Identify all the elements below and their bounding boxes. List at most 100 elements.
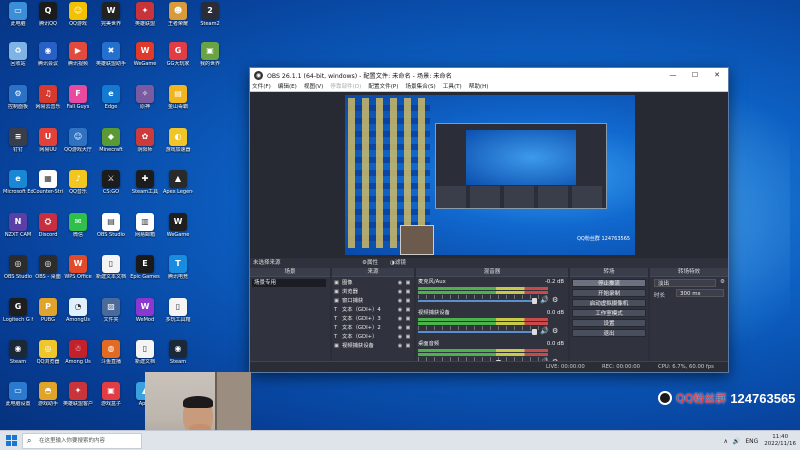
- obs-titlebar[interactable]: ◉ OBS 26.1.1 (64-bit, windows) - 配置文件: 未…: [250, 68, 728, 82]
- eye-icon[interactable]: ◉: [396, 315, 404, 323]
- desktop-icon[interactable]: ⛭ Discord: [33, 213, 63, 247]
- lock-icon[interactable]: ▣: [404, 306, 412, 314]
- volume-slider[interactable]: [418, 300, 536, 302]
- desktop-icon[interactable]: GLogitech G HUB: [3, 298, 33, 332]
- desktop-icon[interactable]: ◍ 斗鱼直播: [96, 340, 126, 374]
- desktop-icon[interactable]: ◉ Steam: [163, 340, 193, 374]
- desktop-icon[interactable]: e Edge: [96, 85, 126, 119]
- desktop-icon[interactable]: ▭ 此电脑设置: [3, 382, 33, 416]
- desktop-icon[interactable]: ▯ 新建文本文档: [96, 255, 126, 289]
- lock-icon[interactable]: ▣: [404, 297, 412, 305]
- desktop-icon[interactable]: ✦英雄联盟客户端: [63, 382, 93, 416]
- eye-icon[interactable]: ◉: [396, 306, 404, 314]
- source-item[interactable]: ▣ 图像 ◉ ▣: [334, 279, 412, 287]
- menu-docks[interactable]: 停靠部件(D): [330, 82, 361, 91]
- menu-file[interactable]: 文件(F): [252, 82, 271, 91]
- desktop-icon[interactable]: ◓ 游戏助手: [33, 382, 63, 416]
- eye-icon[interactable]: ◉: [396, 279, 404, 287]
- desktop-icon[interactable]: ◆ Minecraft: [96, 128, 126, 162]
- eye-icon[interactable]: ◉: [396, 342, 404, 350]
- transition-select[interactable]: 淡出: [654, 279, 716, 287]
- menu-help[interactable]: 帮助(H): [469, 82, 489, 91]
- volume-slider[interactable]: [418, 331, 536, 333]
- desktop-icon[interactable]: T 腾讯电竞: [163, 255, 193, 289]
- gear-icon[interactable]: ⚙: [552, 327, 558, 335]
- desktop-icon[interactable]: N NZXT CAM: [3, 213, 33, 247]
- eye-icon[interactable]: ◉: [396, 333, 404, 341]
- desktop-icon[interactable]: ✧ 原神: [130, 85, 160, 119]
- desktop-icon[interactable]: ☃ Among Us: [63, 340, 93, 374]
- desktop-icon[interactable]: ◎ OBS - 桌面: [33, 255, 63, 289]
- close-button[interactable]: ✕: [706, 68, 728, 82]
- desktop-icon[interactable]: ✦ 英雄联盟: [130, 2, 160, 36]
- desktop-icon[interactable]: W WeGame: [130, 42, 160, 76]
- desktop-icon[interactable]: ⚙ 控制面板: [3, 85, 33, 119]
- desktop-icon[interactable]: ✚ Steam工具: [130, 170, 160, 204]
- desktop-icon[interactable]: ▤ OBS Studio: [96, 213, 126, 247]
- desktop-icon[interactable]: 2 Steam2: [195, 2, 225, 36]
- obs-window[interactable]: ◉ OBS 26.1.1 (64-bit, windows) - 配置文件: 未…: [249, 67, 729, 373]
- desktop-icon[interactable]: ▥ 网易邮箱: [130, 213, 160, 247]
- desktop-icon[interactable]: ♪ QQ音乐: [63, 170, 93, 204]
- desktop-icon[interactable]: W 完美世界: [96, 2, 126, 36]
- speaker-icon[interactable]: 🔊: [540, 296, 549, 304]
- lock-icon[interactable]: ▣: [404, 324, 412, 332]
- lock-icon[interactable]: ▣: [404, 288, 412, 296]
- taskbar-search-box[interactable]: ⌕ 在这里输入你要搜索的内容: [22, 433, 142, 449]
- scene-item[interactable]: 场景专用: [252, 279, 326, 287]
- desktop-icon[interactable]: ☻ 王者荣耀: [163, 2, 193, 36]
- control-button[interactable]: 停止推流: [572, 279, 646, 287]
- control-button[interactable]: 退出: [572, 329, 646, 337]
- control-button[interactable]: 启动虚拟摄像机: [572, 299, 646, 307]
- desktop-icon[interactable]: ◉ Steam: [3, 340, 33, 374]
- desktop-icon[interactable]: E Epic Games: [130, 255, 160, 289]
- desktop-icon[interactable]: ▯ 多玩工具箱: [163, 298, 193, 332]
- desktop-icon[interactable]: eMicrosoft Edge: [3, 170, 33, 204]
- menu-profile[interactable]: 配置文件(P): [368, 82, 398, 91]
- desktop-icon[interactable]: ☺ QQ游戏大厅: [63, 128, 93, 162]
- obs-preview[interactable]: QQ粉丝群 124763565: [250, 92, 728, 258]
- desktop-icon[interactable]: ✿ 阴阳师: [130, 128, 160, 162]
- source-item[interactable]: T 文本（GDI+）3 ◉ ▣: [334, 315, 412, 323]
- desktop-icon[interactable]: ⚔ CS:GO: [96, 170, 126, 204]
- desktop-icon[interactable]: ▶ 腾讯视频: [63, 42, 93, 76]
- lock-icon[interactable]: ▣: [404, 315, 412, 323]
- desktop-icon[interactable]: W WeGame: [163, 213, 193, 247]
- desktop-icon[interactable]: W WPS Office: [63, 255, 93, 289]
- desktop-icon[interactable]: ▯ 新建文档: [130, 340, 160, 374]
- source-item[interactable]: T 文本（GDI+）4 ◉ ▣: [334, 306, 412, 314]
- minimize-button[interactable]: —: [662, 68, 684, 82]
- menu-scene-collection[interactable]: 场景集合(S): [405, 82, 435, 91]
- menu-view[interactable]: 视图(V): [304, 82, 323, 91]
- maximize-button[interactable]: ☐: [684, 68, 706, 82]
- desktop-icon[interactable]: ▨ 文件夹: [96, 298, 126, 332]
- desktop-icon[interactable]: ◔ AmongUs: [63, 298, 93, 332]
- filters-button[interactable]: ◑ 滤镜: [390, 258, 406, 268]
- desktop-icon[interactable]: ▲Apex Legends: [163, 170, 193, 204]
- volume-slider-knob[interactable]: [532, 329, 537, 335]
- desktop-icon[interactable]: ◐ 游戏加速器: [163, 128, 193, 162]
- lock-icon[interactable]: ▣: [404, 342, 412, 350]
- desktop-icon[interactable]: ◎ OBS Studio: [3, 255, 33, 289]
- source-item[interactable]: ▣ 窗口捕获 ◉ ▣: [334, 297, 412, 305]
- desktop-icon[interactable]: ✉ 微信: [63, 213, 93, 247]
- control-button[interactable]: 工作室模式: [572, 309, 646, 317]
- desktop-icon[interactable]: ▦Counter-Strike: [33, 170, 63, 204]
- desktop-icon[interactable]: ♫ 网易云音乐: [33, 85, 63, 119]
- desktop-icon[interactable]: ≡ 钉钉: [3, 128, 33, 162]
- transition-gear-icon[interactable]: ⚙: [720, 279, 725, 285]
- volume-icon[interactable]: 🔊: [733, 438, 740, 445]
- lock-icon[interactable]: ▣: [404, 333, 412, 341]
- desktop-icon[interactable]: Q 腾讯QQ: [33, 2, 63, 36]
- menu-tools[interactable]: 工具(T): [443, 82, 462, 91]
- gear-icon[interactable]: ⚙: [552, 296, 558, 304]
- desktop-icon[interactable]: ☺ QQ游戏: [63, 2, 93, 36]
- source-item[interactable]: ▣ 视频捕获设备 ◉ ▣: [334, 342, 412, 350]
- taskbar-clock[interactable]: 11:40 2022/11/16: [764, 434, 796, 448]
- volume-slider-knob[interactable]: [532, 298, 537, 304]
- eye-icon[interactable]: ◉: [396, 288, 404, 296]
- duration-input[interactable]: 300 ms: [676, 289, 724, 297]
- desktop-icon[interactable]: ▣ 游戏盒子: [96, 382, 126, 416]
- windows-start-icon[interactable]: [6, 435, 17, 446]
- source-item[interactable]: T 文本（GDI+）2 ◉ ▣: [334, 324, 412, 332]
